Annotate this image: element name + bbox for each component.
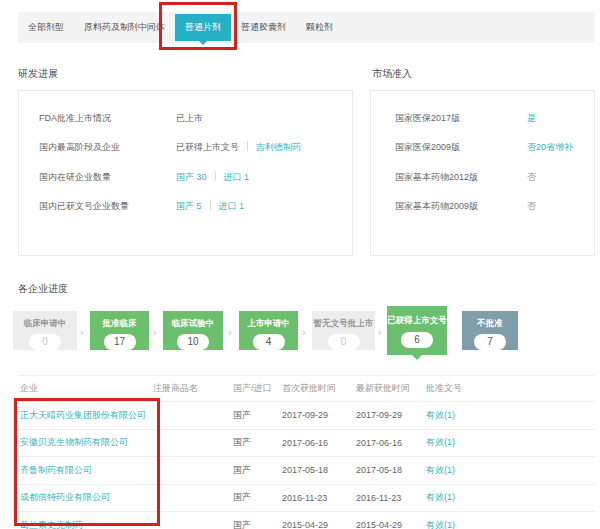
stage-clinical-approved[interactable]: 批准临床 17	[90, 311, 149, 350]
approval-link[interactable]: 有效(1)	[426, 491, 595, 504]
chevron-right-icon: ›	[302, 327, 306, 338]
latest-approval-cell: 2017-06-16	[356, 438, 426, 448]
rd-row-highest-stage-company-link[interactable]: 吉利德制药	[256, 142, 301, 152]
stage-label: 暂无文号批上市	[312, 318, 375, 330]
stage-label: 批准临床	[90, 318, 149, 330]
rd-progress-card: FDA批准上市情况已上市 国内最高阶段及企业已获得上市文号 吉利德制药 国内在研企…	[18, 90, 353, 256]
stage-label: 临床试验中	[163, 318, 223, 330]
market-access-card: 国家医保2017版是 国家医保2009版否20省增补 国家基本药物2012版否 …	[370, 90, 595, 256]
origin-cell: 国产	[233, 491, 282, 504]
value-divider	[210, 200, 211, 210]
first-approval-cell: 2017-05-18	[282, 465, 356, 475]
market-row-essential-2012-label: 国家基本药物2012版	[395, 171, 527, 183]
first-approval-cell: 2016-11-23	[282, 493, 356, 503]
rd-row-developing-import-link[interactable]: 进口 1	[224, 172, 250, 182]
tab-all-forms[interactable]: 全部剂型	[18, 14, 74, 41]
progress-stages: 临床申请中 0 › 批准临床 17 › 临床试验中 10 › 上市申请中 4 ›…	[0, 306, 600, 364]
dosage-form-tabbar: 全部剂型 原料药及制剂中间体 普通片剂 普通胶囊剂 颗粒剂	[18, 12, 595, 43]
rd-row-fda: FDA批准上市情况已上市	[39, 112, 203, 124]
approval-link[interactable]: 有效(1)	[426, 436, 595, 449]
rd-row-fda-value: 已上市	[176, 113, 203, 123]
stage-clinical-applying[interactable]: 临床申请中 0	[13, 311, 77, 350]
rd-row-licensed-count: 国内已获文号企业数量国产 5 进口 1	[39, 200, 244, 212]
stage-count-badge: 10	[177, 334, 209, 350]
rd-row-highest-stage-label: 国内最高阶段及企业	[39, 141, 176, 153]
stage-label: 已获得上市文号	[387, 315, 447, 327]
market-row-medicare-2017-value: 是	[527, 113, 536, 123]
stage-label: 不批准	[462, 318, 518, 330]
first-approval-cell: 2017-09-29	[282, 410, 356, 420]
market-row-medicare-2009-label: 国家医保2009版	[395, 141, 527, 153]
market-row-essential-2009-label: 国家基本药物2009版	[395, 200, 527, 212]
col-header-approval-no: 批准文号	[426, 382, 595, 395]
col-header-brand: 注册商品名	[153, 382, 233, 395]
col-header-origin: 国产/进口	[233, 382, 282, 395]
stage-count-badge: 6	[401, 332, 433, 348]
origin-cell: 国产	[233, 436, 282, 449]
latest-approval-cell: 2017-09-29	[356, 410, 426, 420]
rd-row-developing-count: 国内在研企业数量国产 30 进口 1	[39, 171, 249, 183]
market-row-medicare-2009-value: 否20省增补	[527, 142, 573, 152]
stage-clinical-trial[interactable]: 临床试验中 10	[163, 311, 223, 350]
stage-label: 上市申请中	[239, 318, 298, 330]
rd-row-highest-stage: 国内最高阶段及企业已获得上市文号 吉利德制药	[39, 141, 301, 153]
market-row-medicare-2017: 国家医保2017版是	[395, 112, 536, 124]
rd-row-developing-count-label: 国内在研企业数量	[39, 171, 176, 183]
latest-approval-cell: 2015-04-29	[356, 520, 426, 529]
approval-link[interactable]: 有效(1)	[426, 409, 595, 422]
company-progress-title: 各企业进度	[18, 282, 68, 296]
stage-no-license-listed[interactable]: 暂无文号批上市 0	[312, 311, 375, 350]
rd-row-licensed-domestic-link[interactable]: 国产 5	[176, 201, 202, 211]
col-header-latest-approval: 最新获批时间	[356, 382, 426, 395]
chevron-right-icon: ›	[228, 327, 232, 338]
value-divider	[215, 171, 216, 181]
market-row-essential-2012: 国家基本药物2012版否	[395, 171, 536, 183]
stage-license-obtained[interactable]: 已获得上市文号 6	[387, 306, 447, 355]
stage-count-badge: 0	[328, 334, 360, 350]
latest-approval-cell: 2016-11-23	[356, 493, 426, 503]
stage-count-badge: 17	[104, 334, 136, 350]
col-header-company: 企业	[18, 382, 153, 395]
rd-row-highest-stage-value: 已获得上市文号	[176, 142, 239, 152]
first-approval-cell: 2015-04-29	[282, 520, 356, 529]
stage-listing-applying[interactable]: 上市申请中 4	[239, 311, 298, 350]
market-access-title: 市场准入	[372, 67, 412, 81]
chevron-right-icon: ›	[378, 327, 382, 338]
rd-row-developing-domestic-link[interactable]: 国产 30	[176, 172, 207, 182]
rd-progress-title: 研发进展	[18, 67, 58, 81]
annotation-box-company-column	[14, 398, 160, 526]
market-row-medicare-2009: 国家医保2009版否20省增补	[395, 141, 573, 153]
stage-count-badge: 0	[29, 334, 61, 350]
market-row-essential-2009: 国家基本药物2009版否	[395, 200, 536, 212]
origin-cell: 国产	[233, 519, 282, 529]
approval-link[interactable]: 有效(1)	[426, 519, 595, 529]
approval-link[interactable]: 有效(1)	[426, 464, 595, 477]
chevron-right-icon: ›	[80, 327, 84, 338]
chevron-right-icon: ›	[153, 327, 157, 338]
market-row-essential-2009-value: 否	[527, 201, 536, 211]
origin-cell: 国产	[233, 464, 282, 477]
col-header-first-approval: 首次获批时间	[282, 382, 356, 395]
tab-granule[interactable]: 颗粒剂	[296, 14, 343, 41]
stage-not-approved[interactable]: 不批准 7	[462, 311, 518, 350]
annotation-box-tab	[159, 2, 237, 50]
market-row-medicare-2017-label: 国家医保2017版	[395, 112, 527, 124]
first-approval-cell: 2017-06-16	[282, 438, 356, 448]
market-row-essential-2012-value: 否	[527, 172, 536, 182]
stage-count-badge: 7	[474, 334, 506, 350]
value-divider	[247, 141, 248, 151]
rd-row-fda-label: FDA批准上市情况	[39, 112, 176, 124]
tab-common-capsule[interactable]: 普通胶囊剂	[231, 14, 296, 41]
rd-row-licensed-count-label: 国内已获文号企业数量	[39, 200, 176, 212]
rd-row-licensed-import-link[interactable]: 进口 1	[219, 201, 245, 211]
origin-cell: 国产	[233, 409, 282, 422]
stage-count-badge: 4	[253, 334, 285, 350]
latest-approval-cell: 2017-05-18	[356, 465, 426, 475]
stage-label: 临床申请中	[13, 318, 77, 330]
